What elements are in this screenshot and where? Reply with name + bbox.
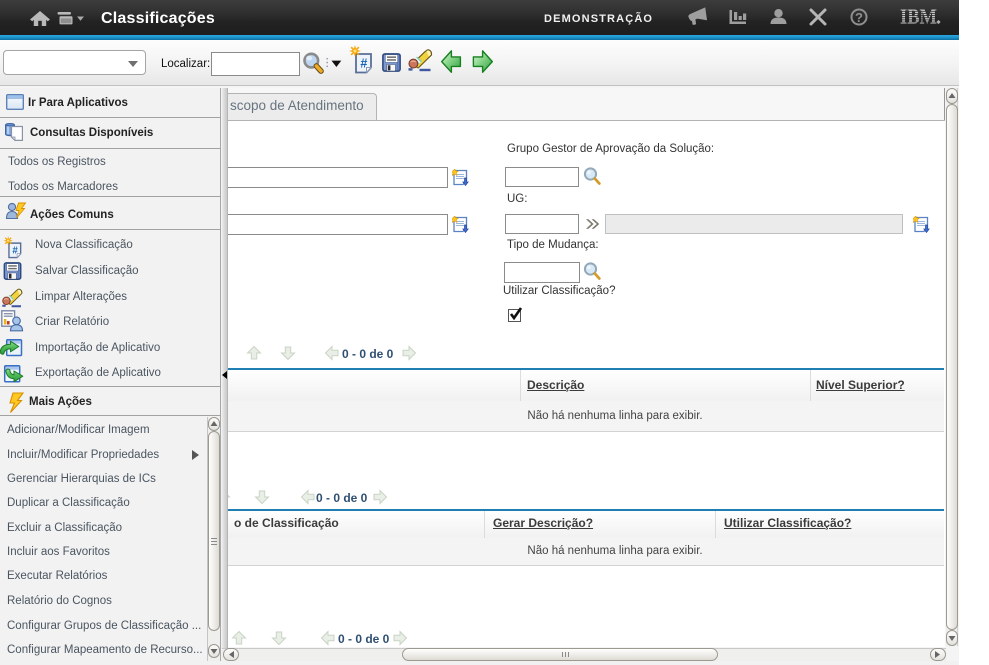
svg-text:#: # bbox=[360, 57, 367, 71]
svg-text:?: ? bbox=[855, 10, 863, 25]
svg-text:#: # bbox=[12, 246, 18, 257]
